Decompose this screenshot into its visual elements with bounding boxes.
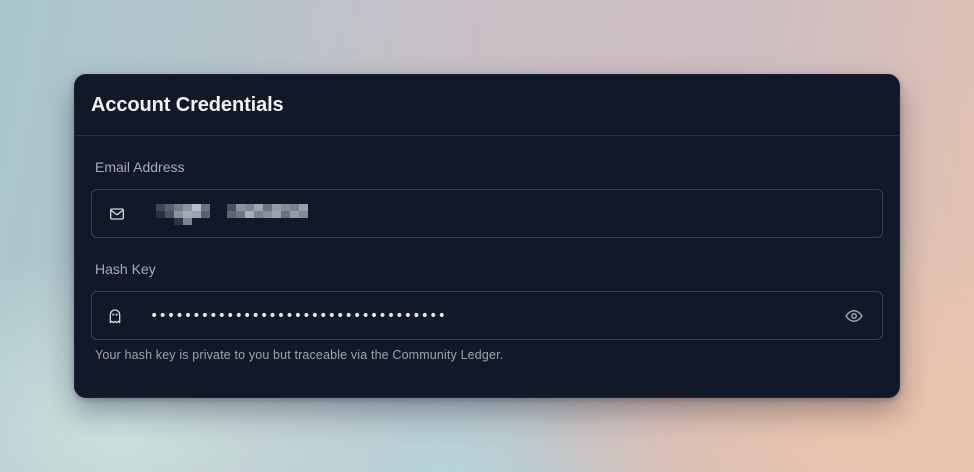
hash-key-label: Hash Key xyxy=(95,261,156,277)
email-value-obscured xyxy=(156,204,308,226)
ghost-icon xyxy=(106,307,124,325)
card-header: Account Credentials xyxy=(75,75,899,136)
hash-key-field[interactable]: ••••••••••••••••••••••••••••••••••• xyxy=(91,291,883,340)
email-label: Email Address xyxy=(95,159,185,175)
mail-icon xyxy=(108,205,126,223)
hash-key-value: ••••••••••••••••••••••••••••••••••• xyxy=(150,308,447,324)
email-field[interactable] xyxy=(91,189,883,238)
hash-key-help-text: Your hash key is private to you but trac… xyxy=(95,348,504,362)
card-title: Account Credentials xyxy=(91,93,284,116)
eye-icon[interactable] xyxy=(844,307,864,325)
credentials-card: Account Credentials Email Address Hash K… xyxy=(74,74,900,398)
